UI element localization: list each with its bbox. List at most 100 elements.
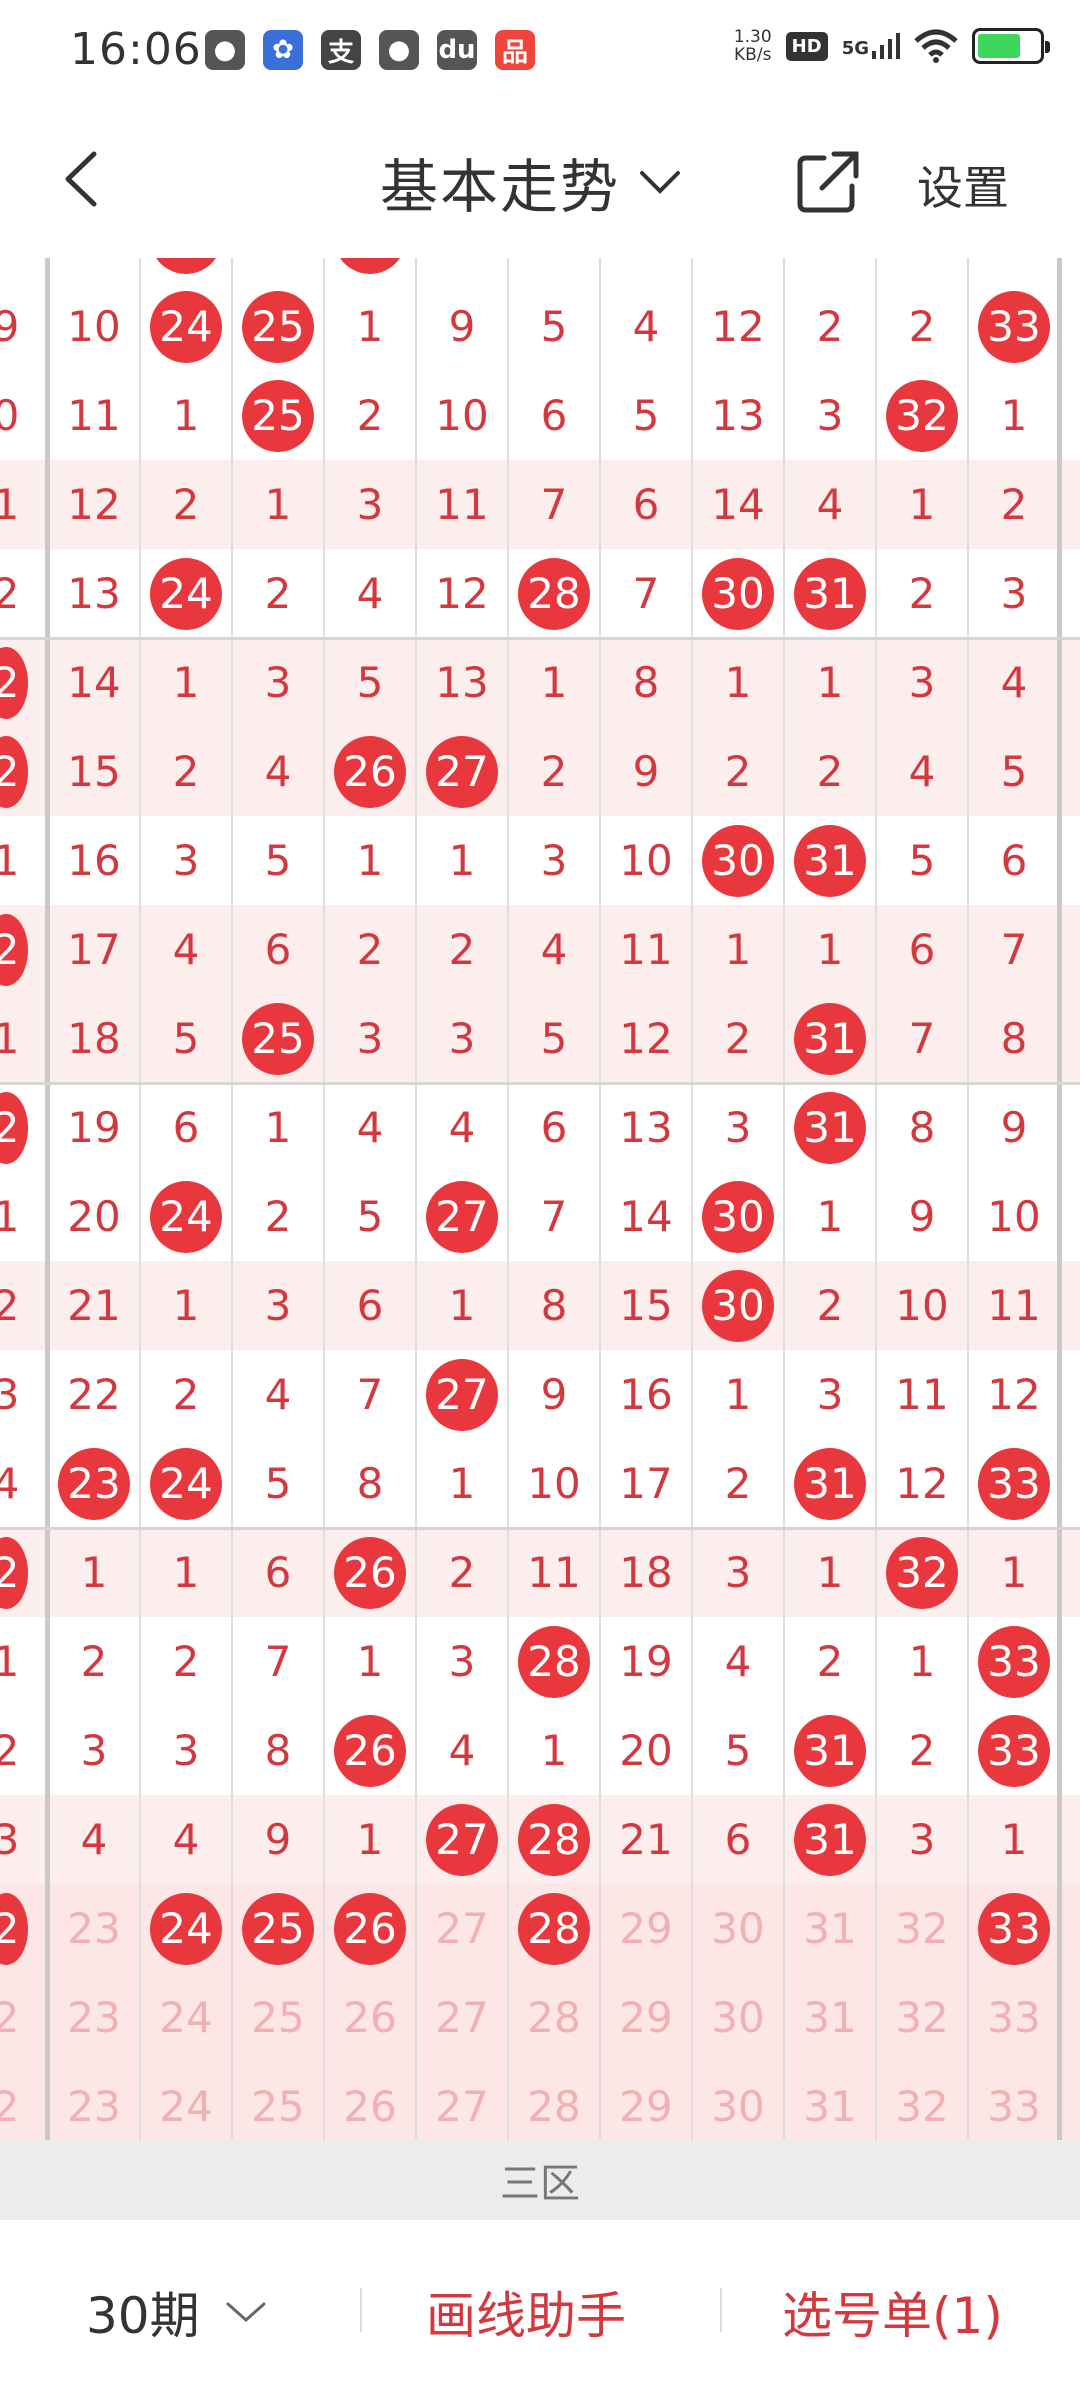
grid-cell[interactable]: 1 [324, 1795, 416, 1884]
grid-cell[interactable]: 4 [692, 1617, 784, 1706]
grid-cell[interactable]: 10 [48, 282, 140, 371]
grid-cell[interactable]: 5 [508, 282, 600, 371]
grid-cell[interactable]: 8 [324, 1439, 416, 1528]
grid-cell[interactable]: 2 [784, 282, 876, 371]
grid-cell[interactable]: 1 [140, 371, 232, 460]
grid-cell[interactable]: 2 [876, 549, 968, 638]
grid-cell[interactable]: 9 [968, 1083, 1060, 1172]
grid-cell[interactable]: 3 [968, 549, 1060, 638]
grid-cell[interactable]: 2 [232, 549, 324, 638]
grid-cell[interactable]: 1 [140, 1261, 232, 1350]
grid-cell[interactable]: 1 [140, 638, 232, 727]
grid-cell[interactable]: 23 [48, 2062, 140, 2140]
grid-cell[interactable]: 4 [508, 905, 600, 994]
grid-cell[interactable]: 1 [784, 638, 876, 727]
grid-cell[interactable]: 6 [232, 905, 324, 994]
grid-cell-edge[interactable]: 9 [0, 282, 28, 371]
grid-cell[interactable]: 6 [232, 1528, 324, 1617]
grid-cell[interactable]: 33 [968, 282, 1060, 371]
grid-cell[interactable]: 29 [600, 2062, 692, 2140]
grid-cell[interactable]: 9 [600, 727, 692, 816]
grid-cell[interactable]: 7 [232, 1617, 324, 1706]
grid-cell[interactable]: 8 [876, 1083, 968, 1172]
grid-cell[interactable]: 30 [692, 1172, 784, 1261]
grid-cell[interactable]: 4 [324, 549, 416, 638]
grid-cell[interactable]: 7 [508, 460, 600, 549]
grid-cell-edge[interactable]: 1 [0, 1617, 28, 1706]
grid-cell-edge[interactable]: 3 [0, 1795, 28, 1884]
grid-cell[interactable]: 21 [600, 1795, 692, 1884]
grid-cell[interactable]: 33 [968, 1617, 1060, 1706]
grid-cell[interactable]: 25 [232, 1973, 324, 2062]
grid-cell[interactable]: 31 [784, 994, 876, 1083]
settings-button[interactable]: 设置 [917, 152, 1009, 218]
grid-cell[interactable]: 1 [416, 1261, 508, 1350]
grid-cell[interactable]: 29 [600, 1973, 692, 2062]
grid-cell[interactable]: 8 [508, 1261, 600, 1350]
grid-cell[interactable]: 2 [416, 1528, 508, 1617]
grid-cell[interactable]: 28 [508, 1973, 600, 2062]
grid-cell[interactable]: 26 [324, 1706, 416, 1795]
grid-cell[interactable]: 2 [784, 1617, 876, 1706]
grid-cell[interactable]: 20 [600, 1706, 692, 1795]
grid-cell[interactable]: 7 [324, 1350, 416, 1439]
grid-cell[interactable]: 19 [600, 1617, 692, 1706]
grid-cell[interactable]: 12 [692, 282, 784, 371]
grid-cell[interactable]: 5 [600, 371, 692, 460]
grid-cell[interactable]: 28 [508, 2062, 600, 2140]
grid-cell[interactable]: 25 [232, 371, 324, 460]
grid-cell[interactable]: 2 [140, 727, 232, 816]
grid-cell[interactable]: 4 [416, 1083, 508, 1172]
grid-cell-edge[interactable]: 1 [0, 994, 28, 1083]
grid-cell[interactable]: 23 [48, 1439, 140, 1528]
grid-cell[interactable]: 3 [324, 460, 416, 549]
grid-cell[interactable]: 10 [968, 1172, 1060, 1261]
grid-cell[interactable]: 12 [600, 994, 692, 1083]
grid-cell[interactable] [140, 258, 232, 282]
grid-cell[interactable]: 4 [48, 1795, 140, 1884]
grid-cell[interactable]: 12 [48, 460, 140, 549]
grid-cell[interactable]: 2 [140, 460, 232, 549]
grid-cell[interactable]: 3 [232, 638, 324, 727]
grid-cell[interactable]: 2 [784, 727, 876, 816]
grid-cell[interactable]: 12 [416, 549, 508, 638]
grid-cell-edge[interactable]: 2 [0, 1083, 28, 1172]
trend-grid[interactable]: 9 10 24 25 1 9 5 4 12 2 2 33 0 11 1 25 2 10 6 5 13 3 32 1 1 12 2 1 3… [0, 258, 1080, 2140]
back-icon[interactable] [50, 144, 120, 214]
grid-cell[interactable]: 3 [876, 638, 968, 727]
grid-cell[interactable]: 11 [600, 905, 692, 994]
grid-cell[interactable]: 1 [692, 1350, 784, 1439]
grid-cell[interactable]: 5 [692, 1706, 784, 1795]
grid-cell[interactable]: 23 [48, 1884, 140, 1973]
grid-cell[interactable]: 6 [876, 905, 968, 994]
grid-cell[interactable]: 1 [416, 1439, 508, 1528]
grid-cell[interactable]: 5 [324, 638, 416, 727]
grid-cell[interactable]: 11 [48, 371, 140, 460]
grid-cell[interactable]: 14 [600, 1172, 692, 1261]
grid-cell[interactable]: 26 [324, 1884, 416, 1973]
grid-cell-edge[interactable]: 0 [0, 371, 28, 460]
grid-cell[interactable]: 3 [692, 1528, 784, 1617]
grid-cell[interactable]: 4 [232, 727, 324, 816]
grid-cell[interactable]: 13 [48, 549, 140, 638]
grid-cell[interactable]: 30 [692, 816, 784, 905]
grid-cell[interactable]: 10 [508, 1439, 600, 1528]
grid-cell[interactable]: 4 [232, 1350, 324, 1439]
grid-cell[interactable]: 11 [968, 1261, 1060, 1350]
grid-cell[interactable]: 1 [324, 282, 416, 371]
grid-cell[interactable]: 21 [48, 1261, 140, 1350]
grid-cell[interactable]: 28 [508, 1795, 600, 1884]
grid-cell[interactable]: 1 [232, 1083, 324, 1172]
grid-cell[interactable]: 24 [140, 1172, 232, 1261]
grid-cell[interactable]: 13 [416, 638, 508, 727]
grid-cell[interactable]: 8 [968, 994, 1060, 1083]
grid-cell[interactable]: 33 [968, 1439, 1060, 1528]
grid-cell[interactable]: 31 [784, 816, 876, 905]
grid-cell[interactable]: 4 [968, 638, 1060, 727]
grid-cell[interactable]: 27 [416, 1795, 508, 1884]
grid-cell[interactable]: 7 [968, 905, 1060, 994]
grid-cell[interactable]: 3 [48, 1706, 140, 1795]
grid-cell[interactable]: 4 [784, 460, 876, 549]
grid-cell[interactable]: 1 [48, 1528, 140, 1617]
grid-cell[interactable]: 33 [968, 2062, 1060, 2140]
